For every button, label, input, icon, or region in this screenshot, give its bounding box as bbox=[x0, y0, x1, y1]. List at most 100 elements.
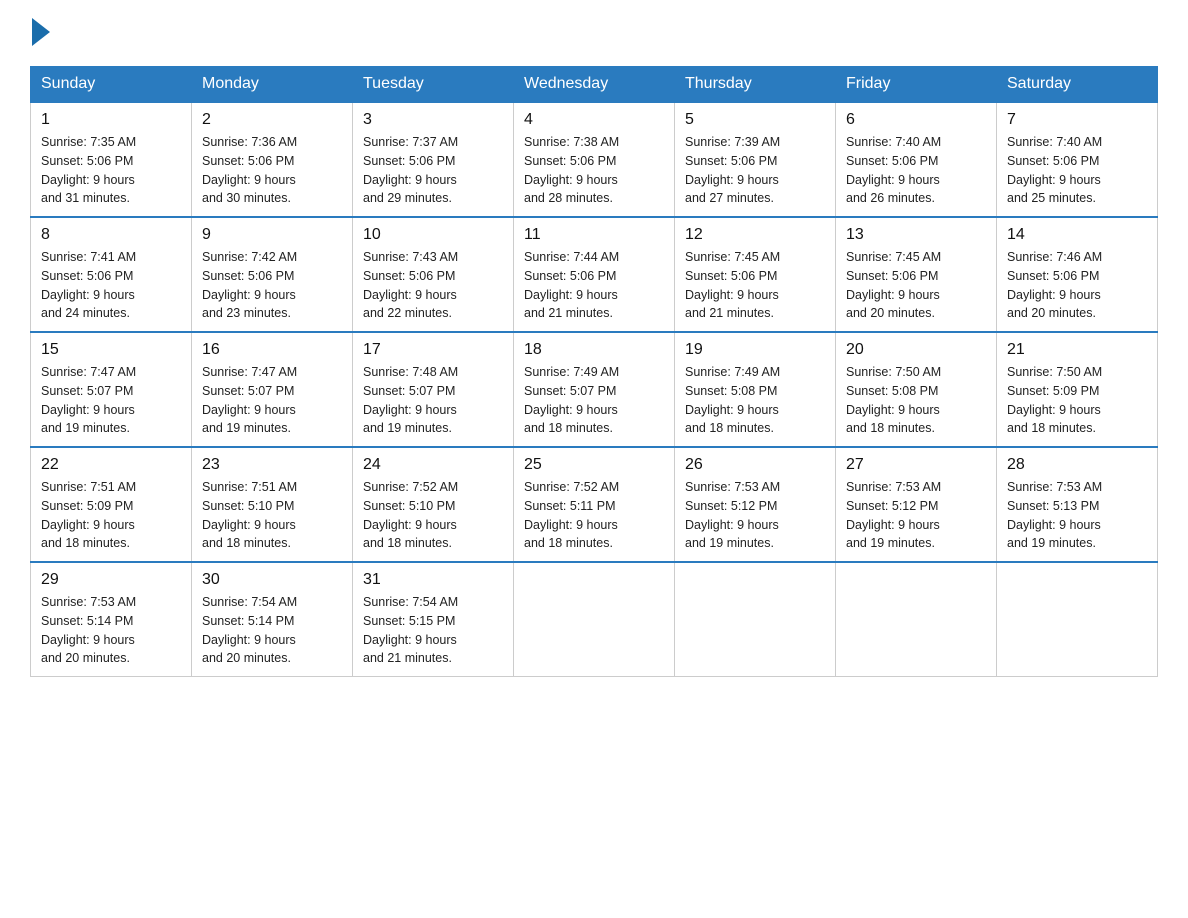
calendar-cell: 30 Sunrise: 7:54 AM Sunset: 5:14 PM Dayl… bbox=[192, 562, 353, 677]
day-info: Sunrise: 7:53 AM Sunset: 5:12 PM Dayligh… bbox=[685, 478, 825, 553]
day-info: Sunrise: 7:40 AM Sunset: 5:06 PM Dayligh… bbox=[1007, 133, 1147, 208]
day-number: 19 bbox=[685, 341, 825, 359]
calendar-header-row: SundayMondayTuesdayWednesdayThursdayFrid… bbox=[31, 67, 1158, 103]
calendar-cell: 5 Sunrise: 7:39 AM Sunset: 5:06 PM Dayli… bbox=[675, 102, 836, 217]
day-number: 3 bbox=[363, 111, 503, 129]
day-info: Sunrise: 7:51 AM Sunset: 5:10 PM Dayligh… bbox=[202, 478, 342, 553]
day-number: 1 bbox=[41, 111, 181, 129]
calendar-cell: 4 Sunrise: 7:38 AM Sunset: 5:06 PM Dayli… bbox=[514, 102, 675, 217]
calendar-cell: 12 Sunrise: 7:45 AM Sunset: 5:06 PM Dayl… bbox=[675, 217, 836, 332]
weekday-header-friday: Friday bbox=[836, 67, 997, 103]
calendar-cell bbox=[997, 562, 1158, 677]
calendar-week-row: 22 Sunrise: 7:51 AM Sunset: 5:09 PM Dayl… bbox=[31, 447, 1158, 562]
day-number: 23 bbox=[202, 456, 342, 474]
day-info: Sunrise: 7:42 AM Sunset: 5:06 PM Dayligh… bbox=[202, 248, 342, 323]
day-number: 11 bbox=[524, 226, 664, 244]
weekday-header-wednesday: Wednesday bbox=[514, 67, 675, 103]
weekday-header-saturday: Saturday bbox=[997, 67, 1158, 103]
day-number: 31 bbox=[363, 571, 503, 589]
logo-arrow-icon bbox=[32, 18, 50, 46]
day-number: 18 bbox=[524, 341, 664, 359]
day-info: Sunrise: 7:48 AM Sunset: 5:07 PM Dayligh… bbox=[363, 363, 503, 438]
calendar-cell: 24 Sunrise: 7:52 AM Sunset: 5:10 PM Dayl… bbox=[353, 447, 514, 562]
day-number: 20 bbox=[846, 341, 986, 359]
day-number: 26 bbox=[685, 456, 825, 474]
calendar-week-row: 8 Sunrise: 7:41 AM Sunset: 5:06 PM Dayli… bbox=[31, 217, 1158, 332]
calendar-week-row: 29 Sunrise: 7:53 AM Sunset: 5:14 PM Dayl… bbox=[31, 562, 1158, 677]
calendar-table: SundayMondayTuesdayWednesdayThursdayFrid… bbox=[30, 66, 1158, 677]
calendar-cell: 19 Sunrise: 7:49 AM Sunset: 5:08 PM Dayl… bbox=[675, 332, 836, 447]
calendar-cell: 15 Sunrise: 7:47 AM Sunset: 5:07 PM Dayl… bbox=[31, 332, 192, 447]
calendar-cell: 22 Sunrise: 7:51 AM Sunset: 5:09 PM Dayl… bbox=[31, 447, 192, 562]
day-info: Sunrise: 7:49 AM Sunset: 5:07 PM Dayligh… bbox=[524, 363, 664, 438]
calendar-cell: 7 Sunrise: 7:40 AM Sunset: 5:06 PM Dayli… bbox=[997, 102, 1158, 217]
calendar-cell: 2 Sunrise: 7:36 AM Sunset: 5:06 PM Dayli… bbox=[192, 102, 353, 217]
day-number: 15 bbox=[41, 341, 181, 359]
day-number: 6 bbox=[846, 111, 986, 129]
day-info: Sunrise: 7:46 AM Sunset: 5:06 PM Dayligh… bbox=[1007, 248, 1147, 323]
day-number: 24 bbox=[363, 456, 503, 474]
day-info: Sunrise: 7:52 AM Sunset: 5:10 PM Dayligh… bbox=[363, 478, 503, 553]
calendar-cell bbox=[514, 562, 675, 677]
calendar-cell: 21 Sunrise: 7:50 AM Sunset: 5:09 PM Dayl… bbox=[997, 332, 1158, 447]
calendar-cell: 14 Sunrise: 7:46 AM Sunset: 5:06 PM Dayl… bbox=[997, 217, 1158, 332]
day-info: Sunrise: 7:47 AM Sunset: 5:07 PM Dayligh… bbox=[202, 363, 342, 438]
calendar-cell: 13 Sunrise: 7:45 AM Sunset: 5:06 PM Dayl… bbox=[836, 217, 997, 332]
day-number: 22 bbox=[41, 456, 181, 474]
day-number: 12 bbox=[685, 226, 825, 244]
day-info: Sunrise: 7:43 AM Sunset: 5:06 PM Dayligh… bbox=[363, 248, 503, 323]
day-number: 17 bbox=[363, 341, 503, 359]
day-number: 9 bbox=[202, 226, 342, 244]
day-number: 25 bbox=[524, 456, 664, 474]
day-info: Sunrise: 7:52 AM Sunset: 5:11 PM Dayligh… bbox=[524, 478, 664, 553]
logo bbox=[30, 20, 50, 46]
calendar-cell: 11 Sunrise: 7:44 AM Sunset: 5:06 PM Dayl… bbox=[514, 217, 675, 332]
calendar-cell: 31 Sunrise: 7:54 AM Sunset: 5:15 PM Dayl… bbox=[353, 562, 514, 677]
calendar-cell: 16 Sunrise: 7:47 AM Sunset: 5:07 PM Dayl… bbox=[192, 332, 353, 447]
day-number: 10 bbox=[363, 226, 503, 244]
day-info: Sunrise: 7:50 AM Sunset: 5:08 PM Dayligh… bbox=[846, 363, 986, 438]
weekday-header-tuesday: Tuesday bbox=[353, 67, 514, 103]
day-number: 5 bbox=[685, 111, 825, 129]
day-info: Sunrise: 7:54 AM Sunset: 5:15 PM Dayligh… bbox=[363, 593, 503, 668]
day-number: 21 bbox=[1007, 341, 1147, 359]
day-info: Sunrise: 7:47 AM Sunset: 5:07 PM Dayligh… bbox=[41, 363, 181, 438]
day-info: Sunrise: 7:41 AM Sunset: 5:06 PM Dayligh… bbox=[41, 248, 181, 323]
day-info: Sunrise: 7:54 AM Sunset: 5:14 PM Dayligh… bbox=[202, 593, 342, 668]
calendar-cell: 23 Sunrise: 7:51 AM Sunset: 5:10 PM Dayl… bbox=[192, 447, 353, 562]
day-info: Sunrise: 7:53 AM Sunset: 5:12 PM Dayligh… bbox=[846, 478, 986, 553]
day-info: Sunrise: 7:49 AM Sunset: 5:08 PM Dayligh… bbox=[685, 363, 825, 438]
calendar-cell: 20 Sunrise: 7:50 AM Sunset: 5:08 PM Dayl… bbox=[836, 332, 997, 447]
day-number: 16 bbox=[202, 341, 342, 359]
day-number: 4 bbox=[524, 111, 664, 129]
day-info: Sunrise: 7:53 AM Sunset: 5:13 PM Dayligh… bbox=[1007, 478, 1147, 553]
calendar-cell: 26 Sunrise: 7:53 AM Sunset: 5:12 PM Dayl… bbox=[675, 447, 836, 562]
day-info: Sunrise: 7:53 AM Sunset: 5:14 PM Dayligh… bbox=[41, 593, 181, 668]
day-info: Sunrise: 7:50 AM Sunset: 5:09 PM Dayligh… bbox=[1007, 363, 1147, 438]
calendar-cell: 18 Sunrise: 7:49 AM Sunset: 5:07 PM Dayl… bbox=[514, 332, 675, 447]
calendar-cell: 28 Sunrise: 7:53 AM Sunset: 5:13 PM Dayl… bbox=[997, 447, 1158, 562]
day-number: 30 bbox=[202, 571, 342, 589]
calendar-cell: 9 Sunrise: 7:42 AM Sunset: 5:06 PM Dayli… bbox=[192, 217, 353, 332]
day-number: 13 bbox=[846, 226, 986, 244]
calendar-week-row: 15 Sunrise: 7:47 AM Sunset: 5:07 PM Dayl… bbox=[31, 332, 1158, 447]
day-number: 8 bbox=[41, 226, 181, 244]
calendar-cell: 3 Sunrise: 7:37 AM Sunset: 5:06 PM Dayli… bbox=[353, 102, 514, 217]
calendar-cell: 1 Sunrise: 7:35 AM Sunset: 5:06 PM Dayli… bbox=[31, 102, 192, 217]
weekday-header-monday: Monday bbox=[192, 67, 353, 103]
calendar-cell: 27 Sunrise: 7:53 AM Sunset: 5:12 PM Dayl… bbox=[836, 447, 997, 562]
calendar-cell: 29 Sunrise: 7:53 AM Sunset: 5:14 PM Dayl… bbox=[31, 562, 192, 677]
day-info: Sunrise: 7:51 AM Sunset: 5:09 PM Dayligh… bbox=[41, 478, 181, 553]
calendar-cell: 10 Sunrise: 7:43 AM Sunset: 5:06 PM Dayl… bbox=[353, 217, 514, 332]
day-info: Sunrise: 7:45 AM Sunset: 5:06 PM Dayligh… bbox=[685, 248, 825, 323]
calendar-cell: 6 Sunrise: 7:40 AM Sunset: 5:06 PM Dayli… bbox=[836, 102, 997, 217]
calendar-cell bbox=[836, 562, 997, 677]
day-info: Sunrise: 7:37 AM Sunset: 5:06 PM Dayligh… bbox=[363, 133, 503, 208]
weekday-header-thursday: Thursday bbox=[675, 67, 836, 103]
day-info: Sunrise: 7:40 AM Sunset: 5:06 PM Dayligh… bbox=[846, 133, 986, 208]
day-info: Sunrise: 7:44 AM Sunset: 5:06 PM Dayligh… bbox=[524, 248, 664, 323]
calendar-cell: 17 Sunrise: 7:48 AM Sunset: 5:07 PM Dayl… bbox=[353, 332, 514, 447]
day-info: Sunrise: 7:36 AM Sunset: 5:06 PM Dayligh… bbox=[202, 133, 342, 208]
day-info: Sunrise: 7:35 AM Sunset: 5:06 PM Dayligh… bbox=[41, 133, 181, 208]
weekday-header-sunday: Sunday bbox=[31, 67, 192, 103]
